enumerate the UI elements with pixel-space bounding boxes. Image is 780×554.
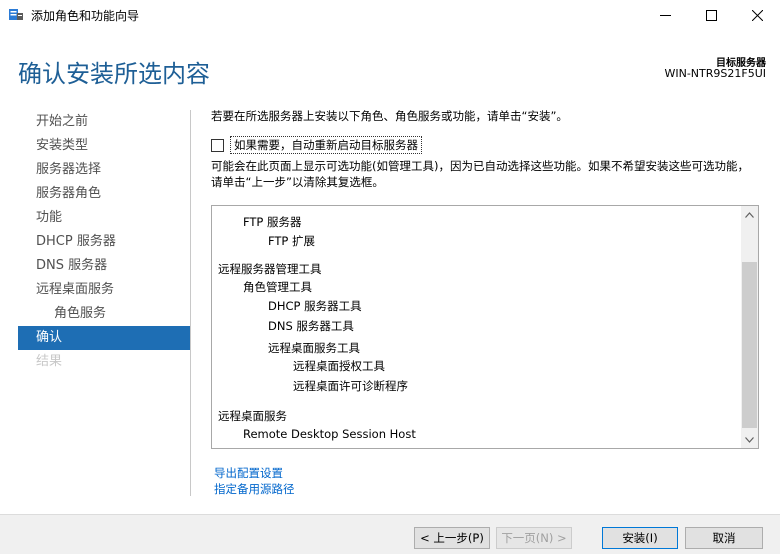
list-item: 远程桌面服务工具	[268, 341, 360, 355]
list-item: FTP 服务器	[243, 215, 302, 229]
close-icon	[751, 9, 763, 21]
list-item: FTP 扩展	[268, 234, 316, 248]
list-item: DNS 服务器工具	[268, 319, 354, 333]
nav-item-installation-type[interactable]: 安装类型	[18, 134, 190, 158]
nav-divider	[190, 110, 191, 496]
chevron-up-icon	[745, 211, 754, 218]
window-title: 添加角色和功能向导	[31, 9, 140, 23]
maximize-button[interactable]	[688, 0, 734, 30]
list-item: 远程桌面许可诊断程序	[293, 379, 408, 393]
list-item: 角色管理工具	[243, 280, 312, 294]
previous-button[interactable]: < 上一步(P)	[414, 527, 490, 549]
nav-item-dhcp-server[interactable]: DHCP 服务器	[18, 230, 190, 254]
wizard-body: 开始之前 安装类型 服务器选择 服务器角色 功能 DHCP 服务器 DNS 服务…	[0, 100, 780, 514]
target-server-name: WIN-NTR9S21F5UI	[664, 67, 766, 80]
selection-list[interactable]: FTP 服务器 FTP 扩展 远程服务器管理工具 角色管理工具 DHCP 服务器…	[211, 205, 759, 449]
alternate-source-link[interactable]: 指定备用源路径	[214, 481, 295, 497]
list-item: DHCP 服务器工具	[268, 299, 362, 313]
nav-item-features[interactable]: 功能	[18, 206, 190, 230]
list-item: 远程桌面服务	[218, 409, 287, 423]
maximize-icon	[705, 9, 717, 21]
nav-item-remote-desktop-services[interactable]: 远程桌面服务	[18, 278, 190, 302]
nav-item-server-selection[interactable]: 服务器选择	[18, 158, 190, 182]
nav-item-results: 结果	[36, 354, 63, 369]
wizard-header: 确认安装所选内容 目标服务器 WIN-NTR9S21F5UI	[0, 30, 780, 100]
nav-item-dns-server[interactable]: DNS 服务器	[18, 254, 190, 278]
list-item: Remote Desktop Session Host	[243, 427, 416, 441]
scroll-down-button[interactable]	[741, 431, 758, 448]
minimize-icon	[659, 14, 671, 16]
nav-item-role-services[interactable]: 角色服务	[18, 302, 190, 326]
intro-text: 若要在所选服务器上安装以下角色、角色服务或功能，请单击“安装”。	[211, 109, 568, 123]
optional-features-note: 可能会在此页面上显示可选功能(如管理工具)，因为已自动选择这些功能。如果不希望安…	[211, 159, 749, 189]
list-item: 远程桌面授权工具	[293, 359, 385, 373]
wizard-nav: 开始之前 安装类型 服务器选择 服务器角色 功能 DHCP 服务器 DNS 服务…	[18, 110, 190, 374]
next-button: 下一页(N) >	[496, 527, 572, 549]
list-item: 远程服务器管理工具	[218, 262, 322, 276]
nav-item-before-you-begin[interactable]: 开始之前	[18, 110, 190, 134]
nav-item-confirmation[interactable]: 确认	[18, 326, 190, 350]
scroll-thumb[interactable]	[742, 262, 757, 428]
minimize-button[interactable]	[642, 0, 688, 30]
list-scrollbar[interactable]	[741, 206, 758, 448]
title-bar: 添加角色和功能向导	[0, 0, 780, 30]
nav-item-server-roles[interactable]: 服务器角色	[18, 182, 190, 206]
close-button[interactable]	[734, 0, 780, 30]
restart-option[interactable]: 如果需要，自动重新启动目标服务器	[211, 136, 422, 154]
restart-checkbox[interactable]	[211, 138, 224, 152]
cancel-button[interactable]: 取消	[685, 527, 763, 549]
restart-checkbox-label[interactable]: 如果需要，自动重新启动目标服务器	[230, 136, 422, 154]
chevron-down-icon	[745, 436, 754, 443]
wizard-footer: < 上一步(P) 下一页(N) > 安装(I) 取消	[0, 514, 780, 554]
install-button[interactable]: 安装(I)	[602, 527, 678, 549]
export-settings-link[interactable]: 导出配置设置	[214, 465, 283, 481]
page-title: 确认安装所选内容	[18, 60, 210, 88]
server-manager-icon	[8, 6, 24, 22]
scroll-up-button[interactable]	[741, 206, 758, 223]
